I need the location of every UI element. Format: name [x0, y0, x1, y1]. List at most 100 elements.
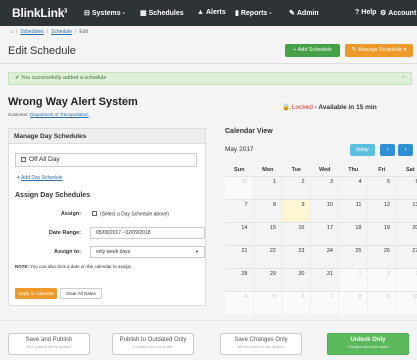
save-changes-only-button[interactable]: Save Changes Only Will not publish to an…: [220, 333, 302, 355]
assign-note: NOTE: You can also click a date on the c…: [15, 264, 133, 269]
calendar-day[interactable]: 13: [396, 200, 417, 222]
add-schedule-button[interactable]: + Add Schedule: [285, 44, 340, 57]
calendar-day[interactable]: 30: [282, 269, 311, 291]
publish-outdated-button[interactable]: Publish to Outdated Only 6 systems are o…: [112, 333, 194, 355]
system-title: Wrong Way Alert System: [8, 96, 138, 108]
nav-schedules[interactable]: ▦ Schedules: [140, 9, 184, 17]
calendar-day[interactable]: 20: [396, 223, 417, 245]
calendar-day[interactable]: 1: [254, 177, 282, 199]
calendar-day[interactable]: 19: [368, 223, 396, 245]
calendar-day[interactable]: 28: [225, 269, 254, 291]
calendar-day[interactable]: 7: [310, 292, 339, 314]
calendar-day-today[interactable]: 9: [282, 200, 311, 222]
nav-help[interactable]: ? Help: [355, 9, 376, 16]
calendar-day[interactable]: 10: [311, 200, 339, 222]
calendar-day[interactable]: 30: [225, 177, 254, 199]
footer-divider: [0, 320, 417, 321]
calendar-day[interactable]: 2: [367, 269, 396, 291]
calendar-day[interactable]: 5: [368, 177, 396, 199]
clear-all-dates-button[interactable]: Clear All Dates: [60, 288, 102, 299]
header-divider: [0, 63, 417, 64]
calendar-day[interactable]: 23: [282, 246, 311, 268]
calendar-day[interactable]: 27: [396, 246, 417, 268]
calendar-day[interactable]: 3: [396, 269, 417, 291]
calendar-day[interactable]: 8: [254, 200, 282, 222]
customer-link[interactable]: Department of Transportation: [30, 112, 89, 117]
nav-reports[interactable]: ▮ Reports -: [235, 9, 272, 17]
calendar-day[interactable]: 1: [339, 269, 368, 291]
locked-status: 🔒 Locked - Available in 15 min: [282, 104, 377, 111]
panel-heading: Manage Day Schedules: [9, 129, 205, 144]
manage-schedule-button[interactable]: ✎ Manage Schedule ▾: [345, 44, 413, 57]
weekday-label: Sun: [234, 167, 245, 173]
breadcrumb-schedule[interactable]: Schedule: [51, 29, 72, 35]
logo-mark: )): [64, 8, 68, 14]
calendar-grid: Sun Mon Tue Wed Thu Fri Sat 30 1 2 3 4 5 6 7 8 9 10 11 12 1…: [225, 164, 417, 314]
calendar-day[interactable]: 6: [282, 292, 311, 314]
calendar-day[interactable]: 7: [225, 200, 254, 222]
lock-icon: 🔒 Locked: [282, 104, 313, 111]
prev-month-button[interactable]: ‹: [380, 144, 395, 156]
calendar-day[interactable]: 9: [367, 292, 396, 314]
add-day-schedule-link[interactable]: + Add Day Schedule: [17, 175, 62, 181]
unlock-only-button[interactable]: Unlock Only Changes will not be saved: [327, 333, 409, 355]
close-icon[interactable]: ×: [401, 73, 405, 84]
calendar-day[interactable]: 14: [225, 223, 254, 245]
calendar-title: Calendar View: [225, 128, 273, 135]
home-icon[interactable]: ⌂: [10, 29, 13, 35]
calendar-day[interactable]: 10: [396, 292, 417, 314]
calendar-week-row: 21 22 23 24 25 26 27: [225, 245, 417, 268]
breadcrumb-schedules[interactable]: Schedules: [20, 29, 43, 35]
calendar-day[interactable]: 11: [339, 200, 368, 222]
calendar-weekday-header: Sun Mon Tue Wed Thu Fri Sat: [225, 164, 417, 176]
calendar-day[interactable]: 6: [396, 177, 417, 199]
save-and-publish-button[interactable]: Save and Publish All 6 systems will be u…: [8, 333, 90, 355]
calendar-day[interactable]: 3: [311, 177, 339, 199]
weekday-label: Fri: [378, 167, 386, 173]
nav-systems[interactable]: ⊟ Systems -: [84, 9, 125, 17]
date-range-input[interactable]: 05/09/2017 - 02/09/2018: [90, 227, 205, 239]
nav-account[interactable]: ⚙ Account: [380, 9, 416, 17]
nav-admin[interactable]: ✎ Admin: [289, 9, 319, 17]
off-all-day-item[interactable]: Off All Day: [15, 153, 197, 167]
calendar-day[interactable]: 24: [311, 246, 339, 268]
calendar-day[interactable]: 22: [254, 246, 282, 268]
calendar-day[interactable]: 18: [339, 223, 368, 245]
calendar-day[interactable]: 5: [253, 292, 282, 314]
alert-icon: ▲: [197, 9, 204, 16]
checkbox[interactable]: [92, 211, 97, 216]
assign-to-label: Assign to:: [54, 249, 81, 255]
calendar-day[interactable]: 16: [282, 223, 311, 245]
assign-checkbox-option[interactable]: (Select a Day Schedule above): [92, 211, 169, 218]
alert-message: ✔ You successfully added a schedule: [15, 75, 107, 81]
checkbox[interactable]: [21, 156, 26, 162]
calendar-day[interactable]: 8: [339, 292, 368, 314]
next-month-button[interactable]: ›: [398, 144, 413, 156]
calendar-day[interactable]: 17: [311, 223, 339, 245]
calendar-day[interactable]: 15: [254, 223, 282, 245]
nav-alerts[interactable]: ▲ Alerts: [197, 9, 226, 16]
calendar-day[interactable]: 21: [225, 246, 254, 268]
date-range-label: Date Range:: [48, 230, 81, 236]
calendar-week-row: 14 15 16 17 18 19 20: [225, 222, 417, 245]
calendar-week-row: 30 1 2 3 4 5 6: [225, 176, 417, 199]
calendar-day[interactable]: 31: [311, 269, 339, 291]
calendar-day[interactable]: 26: [368, 246, 396, 268]
help-icon: ?: [355, 9, 360, 16]
wrench-icon: ✎: [289, 10, 295, 17]
assign-to-select[interactable]: only week days ▼: [90, 246, 205, 258]
today-button[interactable]: today: [350, 144, 375, 156]
blinklink-logo[interactable]: BlinkLink)): [12, 6, 67, 20]
assign-heading: Assign Day Schedules: [15, 192, 91, 199]
calendar-day[interactable]: 25: [339, 246, 368, 268]
success-alert: ✔ You successfully added a schedule ×: [8, 72, 412, 85]
chart-icon: ▮: [235, 10, 239, 17]
calendar-day[interactable]: 4: [339, 177, 368, 199]
calendar-day[interactable]: 4: [225, 292, 254, 314]
gear-icon: ⚙: [380, 10, 387, 17]
calendar-day[interactable]: 12: [368, 200, 396, 222]
calendar-day[interactable]: 2: [282, 177, 311, 199]
apply-to-calendar-button[interactable]: Apply to Calendar: [15, 288, 57, 299]
weekday-label: Tue: [291, 167, 301, 173]
calendar-day[interactable]: 29: [254, 269, 282, 291]
